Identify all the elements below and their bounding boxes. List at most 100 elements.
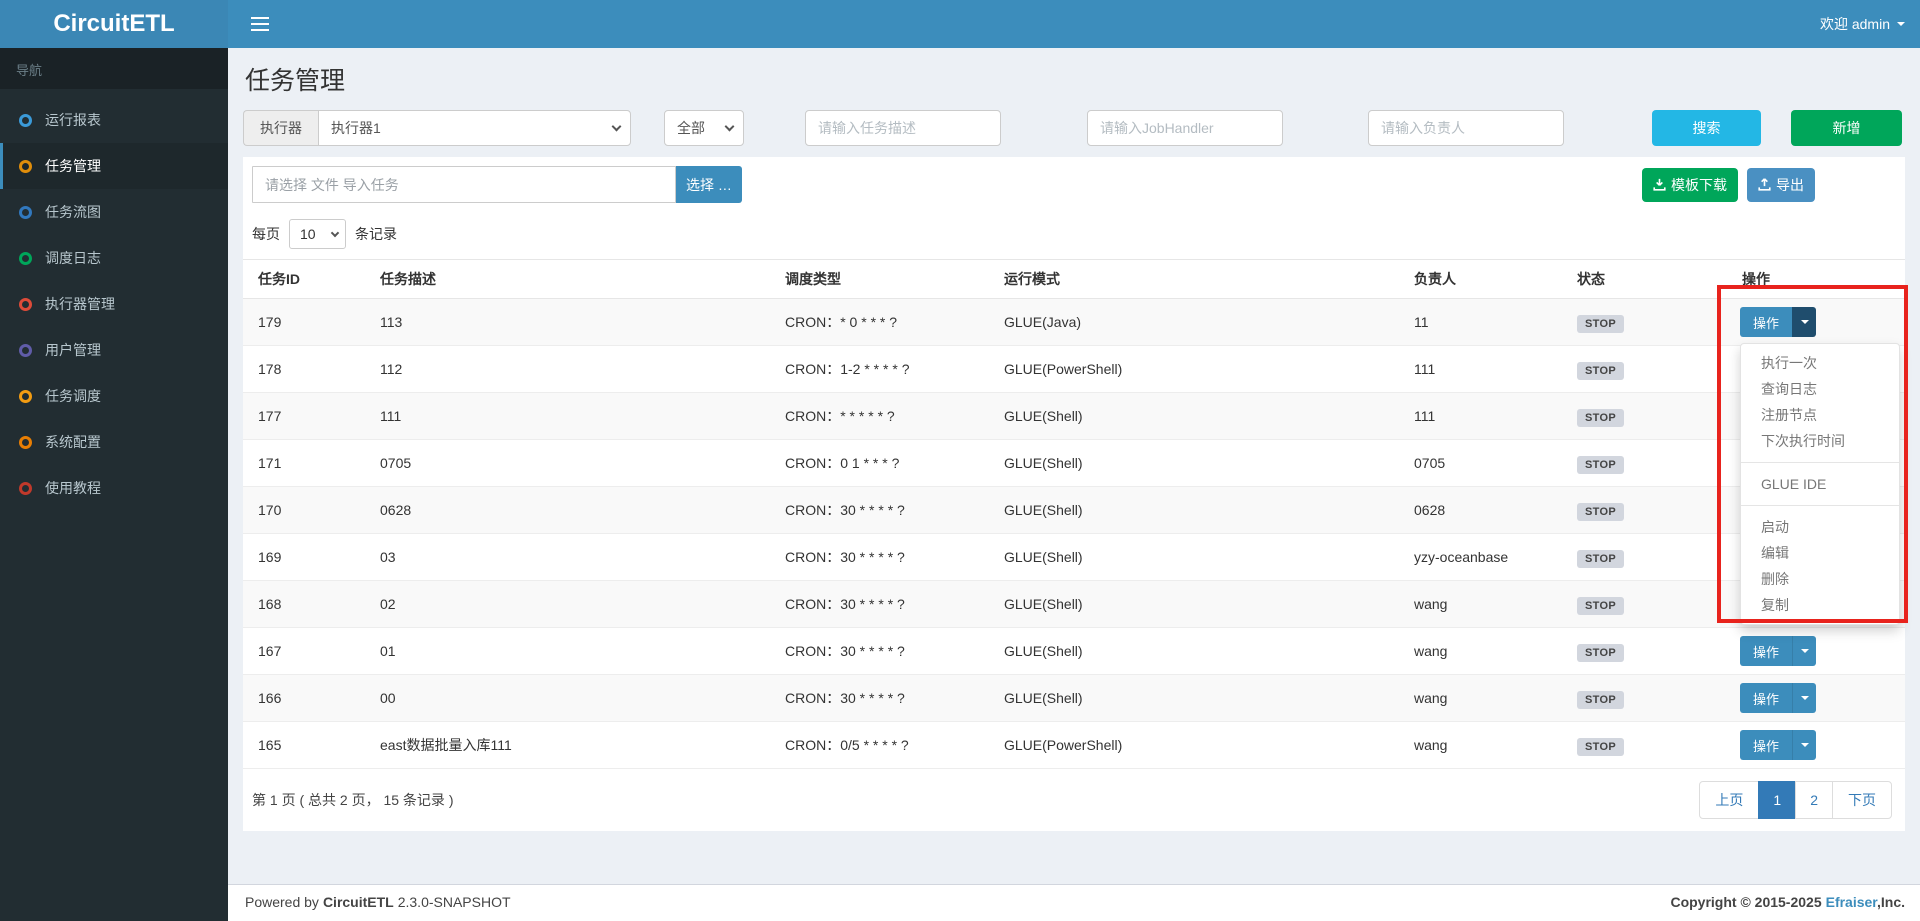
table-body: 179113CRON：* 0 * * * ?GLUE(Java)11STOP操作… <box>243 299 1905 769</box>
caret-down-icon[interactable] <box>1792 636 1816 666</box>
welcome-label: 欢迎 admin <box>1820 14 1890 34</box>
user-menu[interactable]: 欢迎 admin <box>1820 14 1905 34</box>
caret-down-icon[interactable] <box>1792 730 1816 760</box>
cell-status: STOP <box>1562 440 1727 487</box>
sidebar-item-任务流图[interactable]: 任务流图 <box>0 189 228 235</box>
executor-select-wrap: 执行器1 <box>318 110 631 146</box>
page-title: 任务管理 <box>245 61 1905 97</box>
cell-status: STOP <box>1562 346 1727 393</box>
menu-divider <box>1741 505 1899 506</box>
footer-brand: CircuitETL <box>323 894 394 910</box>
sidebar-item-系统配置[interactable]: 系统配置 <box>0 419 228 465</box>
row-action-split-button[interactable]: 操作 <box>1740 683 1816 713</box>
next-page-button[interactable]: 下页 <box>1832 781 1892 819</box>
export-button[interactable]: 导出 <box>1747 168 1815 202</box>
action-button-label[interactable]: 操作 <box>1740 307 1792 337</box>
table-row: 178112CRON：1-2 * * * * ?GLUE(PowerShell)… <box>243 346 1905 393</box>
job-handler-input[interactable] <box>1087 110 1283 146</box>
dropdown-item[interactable]: 复制 <box>1741 592 1899 618</box>
cell-status: STOP <box>1562 581 1727 628</box>
circle-icon <box>19 436 32 449</box>
action-button-label[interactable]: 操作 <box>1740 636 1792 666</box>
cell-status: STOP <box>1562 675 1727 722</box>
table-panel: 请选择 文件 导入任务 选择 … 模板下载 导出 每页 10 条记录 <box>243 157 1905 831</box>
sidebar-item-任务管理[interactable]: 任务管理 <box>0 143 228 189</box>
executor-input-group: 执行器 执行器1 <box>243 110 631 146</box>
import-toolbar: 请选择 文件 导入任务 选择 … 模板下载 导出 <box>252 166 1905 203</box>
cell-job-desc: 00 <box>365 675 770 722</box>
column-header: 状态 <box>1562 260 1727 299</box>
cell-job-id: 178 <box>243 346 365 393</box>
sidebar-item-执行器管理[interactable]: 执行器管理 <box>0 281 228 327</box>
cell-owner: wang <box>1399 722 1562 769</box>
cell-owner: 111 <box>1399 393 1562 440</box>
cell-job-desc: 03 <box>365 534 770 581</box>
sidebar-item-用户管理[interactable]: 用户管理 <box>0 327 228 373</box>
cell-run-mode: GLUE(Shell) <box>989 393 1399 440</box>
status-badge: STOP <box>1577 503 1624 521</box>
circle-icon <box>19 206 32 219</box>
add-button[interactable]: 新增 <box>1791 110 1902 146</box>
pagination: 上页12下页 <box>1699 781 1892 819</box>
caret-down-icon[interactable] <box>1792 307 1816 337</box>
dropdown-item[interactable]: 注册节点 <box>1741 402 1899 428</box>
cell-action: 操作执行一次查询日志注册节点下次执行时间GLUE IDE启动编辑删除复制 <box>1727 299 1905 346</box>
cell-run-mode: GLUE(Shell) <box>989 440 1399 487</box>
job-desc-input[interactable] <box>805 110 1001 146</box>
cell-schedule: CRON：30 * * * * ? <box>770 581 989 628</box>
circle-icon <box>19 390 32 403</box>
prev-page-button[interactable]: 上页 <box>1699 781 1759 819</box>
table-row: 177111CRON：* * * * * ?GLUE(Shell)111STOP <box>243 393 1905 440</box>
sidebar-toggle-icon[interactable] <box>245 11 275 37</box>
company-link[interactable]: Efraiser <box>1826 894 1877 910</box>
status-select[interactable]: 全部 <box>664 110 744 146</box>
table-row: 165east数据批量入库111CRON：0/5 * * * * ?GLUE(P… <box>243 722 1905 769</box>
page-size-suffix: 条记录 <box>355 224 397 244</box>
page-button-1[interactable]: 1 <box>1758 781 1796 819</box>
cell-status: STOP <box>1562 534 1727 581</box>
caret-down-icon[interactable] <box>1792 683 1816 713</box>
dropdown-item[interactable]: 执行一次 <box>1741 350 1899 376</box>
executor-select[interactable]: 执行器1 <box>318 110 631 146</box>
dropdown-item[interactable]: GLUE IDE <box>1741 471 1899 497</box>
file-input[interactable]: 请选择 文件 导入任务 <box>252 166 676 203</box>
cell-schedule: CRON：* 0 * * * ? <box>770 299 989 346</box>
cell-schedule: CRON：30 * * * * ? <box>770 534 989 581</box>
sidebar-item-运行报表[interactable]: 运行报表 <box>0 97 228 143</box>
cell-job-id: 165 <box>243 722 365 769</box>
dropdown-item[interactable]: 启动 <box>1741 514 1899 540</box>
owner-input[interactable] <box>1368 110 1564 146</box>
row-action-split-button[interactable]: 操作 <box>1740 636 1816 666</box>
page-button-2[interactable]: 2 <box>1795 781 1833 819</box>
status-badge: STOP <box>1577 691 1624 709</box>
dropdown-item[interactable]: 查询日志 <box>1741 376 1899 402</box>
dropdown-item[interactable]: 下次执行时间 <box>1741 428 1899 454</box>
page-size-select[interactable]: 10 <box>289 219 346 249</box>
action-button-label[interactable]: 操作 <box>1740 730 1792 760</box>
pagination-info: 第 1 页 ( 总共 2 页， 15 条记录 ) <box>252 790 453 810</box>
sidebar-item-任务调度[interactable]: 任务调度 <box>0 373 228 419</box>
action-button-label[interactable]: 操作 <box>1740 683 1792 713</box>
sidebar-item-调度日志[interactable]: 调度日志 <box>0 235 228 281</box>
template-download-button[interactable]: 模板下载 <box>1642 168 1738 202</box>
status-badge: STOP <box>1577 644 1624 662</box>
cell-owner: 11 <box>1399 299 1562 346</box>
table-row: 16600CRON：30 * * * * ?GLUE(Shell)wangSTO… <box>243 675 1905 722</box>
file-input-group: 请选择 文件 导入任务 选择 … <box>252 166 742 203</box>
column-header: 操作 <box>1727 260 1905 299</box>
cell-job-id: 167 <box>243 628 365 675</box>
search-button[interactable]: 搜索 <box>1652 110 1761 146</box>
dropdown-item[interactable]: 编辑 <box>1741 540 1899 566</box>
cell-status: STOP <box>1562 628 1727 675</box>
sidebar-item-使用教程[interactable]: 使用教程 <box>0 465 228 511</box>
row-action-split-button[interactable]: 操作 <box>1740 307 1816 337</box>
choose-file-button[interactable]: 选择 … <box>676 166 742 203</box>
row-action-split-button[interactable]: 操作 <box>1740 730 1816 760</box>
column-header: 负责人 <box>1399 260 1562 299</box>
footer-powered: Powered byCircuitETL2.3.0-SNAPSHOT <box>245 894 515 921</box>
executor-label: 执行器 <box>243 110 318 146</box>
circle-icon <box>19 344 32 357</box>
cell-job-id: 169 <box>243 534 365 581</box>
column-header: 运行模式 <box>989 260 1399 299</box>
dropdown-item[interactable]: 删除 <box>1741 566 1899 592</box>
